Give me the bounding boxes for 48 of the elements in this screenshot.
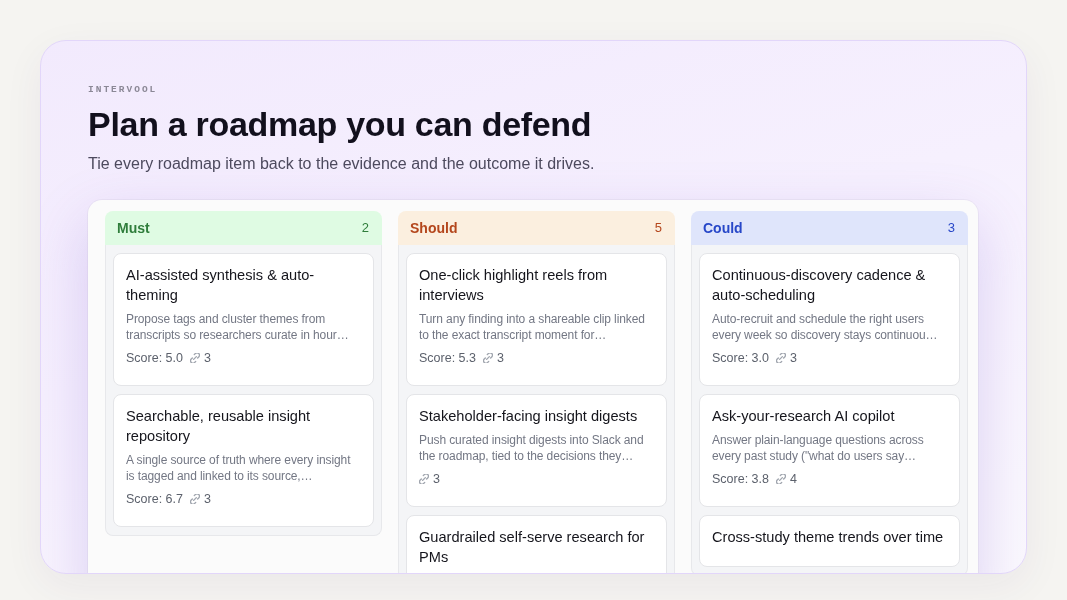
page-title: Plan a roadmap you can defend (88, 104, 593, 144)
roadmap-card[interactable]: Ask-your-research AI copilot Answer plain-language questions across every past study ("what do users say… Score: 3.8 4 (699, 394, 960, 507)
roadmap-card[interactable]: Cross-study theme trends over time (699, 515, 960, 567)
link-icon (483, 353, 493, 363)
roadmap-card[interactable]: Searchable, reusable insight repository A single source of truth where every insight is tagged and linked to its source,… Score: 6.7 3 (113, 394, 374, 527)
roadmap-card[interactable]: AI-assisted synthesis & auto-theming Propose tags and cluster themes from transcripts so researchers curate in hour… Score: 5.0 3 (113, 253, 374, 386)
card-title: Cross-study theme trends over time (712, 528, 945, 547)
score-text: Score: 3.8 (712, 471, 769, 487)
card-description: Turn any finding into a shareable clip linked to the exact transcript moment for… (419, 311, 646, 343)
brand-label: INTERVOOL (88, 83, 159, 97)
column-title: Could (703, 218, 743, 238)
roadmap-card[interactable]: One-click highlight reels from interviews Turn any finding into a shareable clip linked to the exact transcript moment for… Score: 5.3 3 (406, 253, 667, 386)
link-count: 3 (790, 350, 797, 366)
card-description: Propose tags and cluster themes from transcripts so researchers curate in hour… (126, 311, 350, 343)
link-count: 3 (433, 471, 440, 487)
card-title: AI-assisted synthesis & auto-theming (126, 266, 316, 305)
link-count: 3 (204, 491, 211, 507)
link-icon (776, 474, 786, 484)
card-title: Continuous-discovery cadence & auto-scheduling (712, 266, 927, 305)
column-count: 2 (361, 219, 369, 238)
link-count: 3 (204, 350, 211, 366)
link-icon (776, 353, 786, 363)
score-text: Score: 5.0 (126, 350, 183, 366)
card-title: Guardrailed self-serve research for PMs (419, 528, 646, 567)
link-icon (419, 474, 429, 484)
score-text: Score: 6.7 (126, 491, 183, 507)
card-description: Answer plain-language questions across every past study ("what do users say… (712, 432, 925, 464)
column-title: Should (410, 218, 458, 238)
column-count: 3 (947, 219, 955, 238)
roadmap-card[interactable]: Stakeholder-facing insight digests Push curated insight digests into Slack and the roadmap, tied to the decisions they… 3 (406, 394, 667, 507)
card-description: A single source of truth where every insight is tagged and linked to its source,… (126, 452, 352, 484)
link-count: 4 (790, 471, 797, 487)
page-subtitle: Tie every roadmap item back to the evidence and the outcome it drives. (88, 154, 596, 174)
score-text: Score: 5.3 (419, 350, 476, 366)
card-title: Stakeholder-facing insight digests (419, 407, 639, 426)
card-description: Push curated insight digests into Slack and the roadmap, tied to the decisions they… (419, 432, 645, 464)
card-title: Ask-your-research AI copilot (712, 407, 896, 426)
link-count: 3 (497, 350, 504, 366)
column-title: Must (117, 218, 150, 238)
card-title: One-click highlight reels from interviews (419, 266, 609, 305)
roadmap-card[interactable]: Continuous-discovery cadence & auto-scheduling Auto-recruit and schedule the right users every week so discovery stays continuou… Score: 3.0 3 (699, 253, 960, 386)
roadmap-card[interactable]: Guardrailed self-serve research for PMs (406, 515, 667, 573)
score-text: Score: 3.0 (712, 350, 769, 366)
card-title: Searchable, reusable insight repository (126, 407, 312, 446)
link-icon (190, 353, 200, 363)
link-icon (190, 494, 200, 504)
column-count: 5 (654, 219, 662, 238)
card-description: Auto-recruit and schedule the right users every week so discovery stays continuou… (712, 311, 939, 343)
